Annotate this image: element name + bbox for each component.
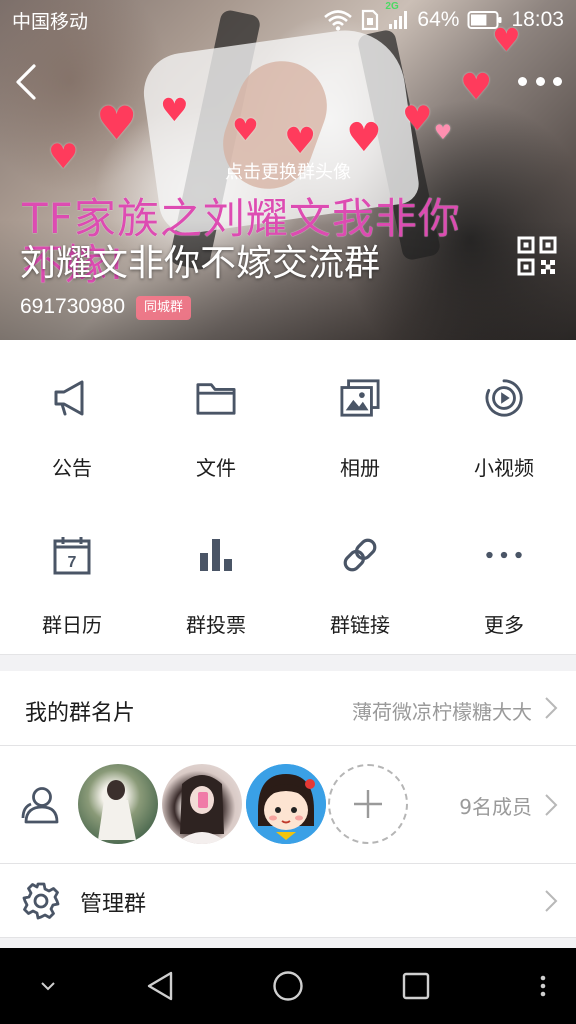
change-avatar-hint[interactable]: 点击更换群头像	[0, 158, 576, 184]
function-label: 群投票	[186, 613, 246, 637]
heart-icon: ♥	[96, 96, 138, 150]
page-bottom-spacer	[0, 938, 576, 948]
system-navigation-bar	[0, 948, 576, 1024]
function-link[interactable]: 群链接	[288, 497, 432, 654]
status-icons: 2G 64% 18:03	[323, 1, 564, 32]
city-group-badge: 同城群	[136, 296, 192, 320]
sim-card-icon	[361, 9, 379, 31]
heart-icon: ♥	[434, 120, 452, 144]
my-group-card-row[interactable]: 我的群名片 薄荷微凉柠檬糖大大	[0, 671, 576, 746]
back-arrow-icon	[16, 64, 36, 100]
section-divider	[0, 654, 576, 671]
signal-icon: 2G	[385, 1, 409, 31]
heart-icon: ♥	[160, 91, 189, 129]
link-icon	[340, 535, 380, 575]
battery-percent: 64%	[417, 8, 460, 31]
function-calendar[interactable]: 7 群日历	[0, 497, 144, 654]
network-type-label: 2G	[385, 1, 399, 12]
qr-code-icon	[517, 236, 557, 276]
back-button[interactable]	[12, 62, 48, 102]
status-bar: 中国移动 2G 64% 18:03	[0, 0, 576, 40]
bar-chart-icon	[196, 535, 236, 575]
member-avatar[interactable]	[78, 764, 158, 844]
dot-icon	[518, 76, 527, 86]
video-play-icon	[484, 378, 524, 418]
calendar-day-text: 7	[68, 554, 77, 571]
chevron-right-icon	[545, 890, 558, 912]
dot-icon	[553, 76, 562, 86]
heart-icon: ♥	[402, 99, 433, 139]
battery-icon	[467, 10, 503, 30]
heart-icon: ♥	[284, 121, 317, 162]
group-header[interactable]: ♥ ♥ ♥ ♥ ♥ ♥ ♥ ♥ ♥ ♥ TF家族之刘耀文我非你 不嫁! 中国移动	[0, 0, 576, 340]
member-avatar[interactable]	[162, 764, 242, 844]
nav-home-button[interactable]	[258, 948, 318, 1024]
circle-home-icon	[273, 971, 303, 1001]
heart-icon: ♥	[232, 113, 259, 148]
plus-icon	[354, 790, 382, 818]
qr-code-button[interactable]	[517, 236, 557, 276]
group-card-value: 薄荷微凉柠檬糖大大	[352, 700, 532, 724]
member-avatar[interactable]	[246, 764, 326, 844]
function-label: 更多	[484, 613, 524, 637]
function-short-video[interactable]: 小视频	[432, 340, 576, 497]
function-label: 群链接	[330, 613, 390, 637]
group-members-row[interactable]: 9名成员	[0, 746, 576, 864]
function-label: 群日历	[42, 613, 102, 637]
dot-icon	[535, 76, 545, 86]
group-function-grid: 公告 文件 相册 小视频 7 群日历 群投票 群链接 更多	[0, 340, 576, 654]
calendar-icon: 7	[52, 535, 92, 575]
chevron-right-icon	[545, 697, 558, 719]
album-icon	[340, 378, 380, 418]
function-label: 小视频	[474, 456, 534, 480]
square-recents-icon	[402, 972, 430, 1000]
function-label: 相册	[340, 456, 380, 480]
clock: 18:03	[511, 8, 564, 31]
more-options-button[interactable]	[518, 66, 562, 96]
megaphone-icon	[52, 378, 92, 418]
function-label: 文件	[196, 456, 236, 480]
manage-group-row[interactable]: 管理群	[0, 864, 576, 938]
function-label: 公告	[52, 456, 92, 480]
member-count: 9名成员	[459, 795, 532, 819]
function-files[interactable]: 文件	[144, 340, 288, 497]
chevron-right-icon	[545, 794, 558, 816]
group-id: 691730980	[20, 295, 126, 318]
function-more[interactable]: 更多	[432, 497, 576, 654]
vertical-dots-icon	[540, 975, 546, 997]
chevron-down-icon	[41, 982, 55, 991]
nav-recents-button[interactable]	[386, 948, 446, 1024]
heart-icon: ♥	[346, 115, 382, 161]
folder-icon	[196, 378, 236, 418]
add-member-button[interactable]	[328, 764, 408, 844]
function-album[interactable]: 相册	[288, 340, 432, 497]
manage-group-label: 管理群	[80, 892, 147, 917]
carrier-name: 中国移动	[12, 10, 89, 33]
members-icon	[21, 787, 59, 824]
group-card-label: 我的群名片	[25, 701, 136, 726]
group-name: 刘耀文非你不嫁交流群	[20, 243, 381, 284]
wifi-icon	[323, 9, 353, 31]
function-announcement[interactable]: 公告	[0, 340, 144, 497]
triangle-back-icon	[147, 971, 173, 1001]
nav-back-button[interactable]	[130, 948, 190, 1024]
more-dots-icon	[484, 535, 524, 575]
hide-keyboard-button[interactable]	[20, 948, 76, 1024]
gear-icon	[22, 882, 60, 920]
nav-menu-button[interactable]	[518, 948, 568, 1024]
function-vote[interactable]: 群投票	[144, 497, 288, 654]
heart-icon: ♥	[460, 67, 493, 108]
